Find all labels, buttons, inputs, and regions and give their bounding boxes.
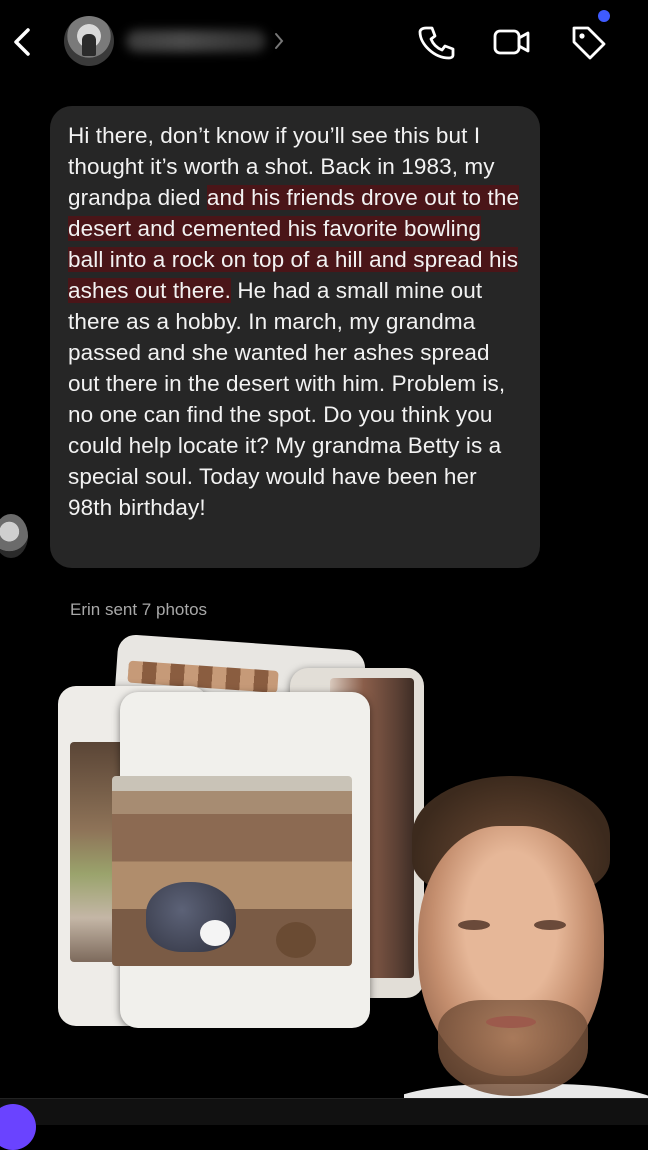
contact-avatar[interactable] bbox=[64, 16, 114, 66]
chevron-right-icon[interactable] bbox=[272, 30, 286, 52]
eye bbox=[458, 920, 490, 930]
photos-sent-label: Erin sent 7 photos bbox=[70, 600, 208, 619]
creator-video-overlay bbox=[404, 770, 648, 1124]
chevron-left-icon[interactable] bbox=[8, 22, 36, 62]
desert-photo bbox=[112, 776, 352, 966]
message-text: Hi there, don’t know if you’ll see this … bbox=[68, 120, 522, 523]
photo-stack[interactable] bbox=[50, 633, 430, 1040]
chat-header bbox=[0, 0, 648, 88]
sender-avatar[interactable] bbox=[0, 514, 28, 558]
notification-dot bbox=[598, 10, 610, 22]
tag-icon[interactable] bbox=[568, 22, 608, 62]
photo-card-front[interactable] bbox=[112, 692, 370, 1028]
photo-bowling-ball bbox=[200, 920, 230, 946]
message-composer[interactable] bbox=[0, 1098, 648, 1125]
eye bbox=[534, 920, 566, 930]
video-icon[interactable] bbox=[492, 22, 532, 62]
photo-object bbox=[276, 922, 316, 958]
message-bubble[interactable]: Hi there, don’t know if you’ll see this … bbox=[50, 106, 540, 568]
contact-name-blurred[interactable] bbox=[126, 30, 266, 52]
beard bbox=[438, 1000, 588, 1096]
mouth bbox=[486, 1016, 536, 1028]
phone-icon[interactable] bbox=[416, 22, 456, 62]
message-text-end: He had a small mine out there as a hobby… bbox=[68, 278, 506, 520]
